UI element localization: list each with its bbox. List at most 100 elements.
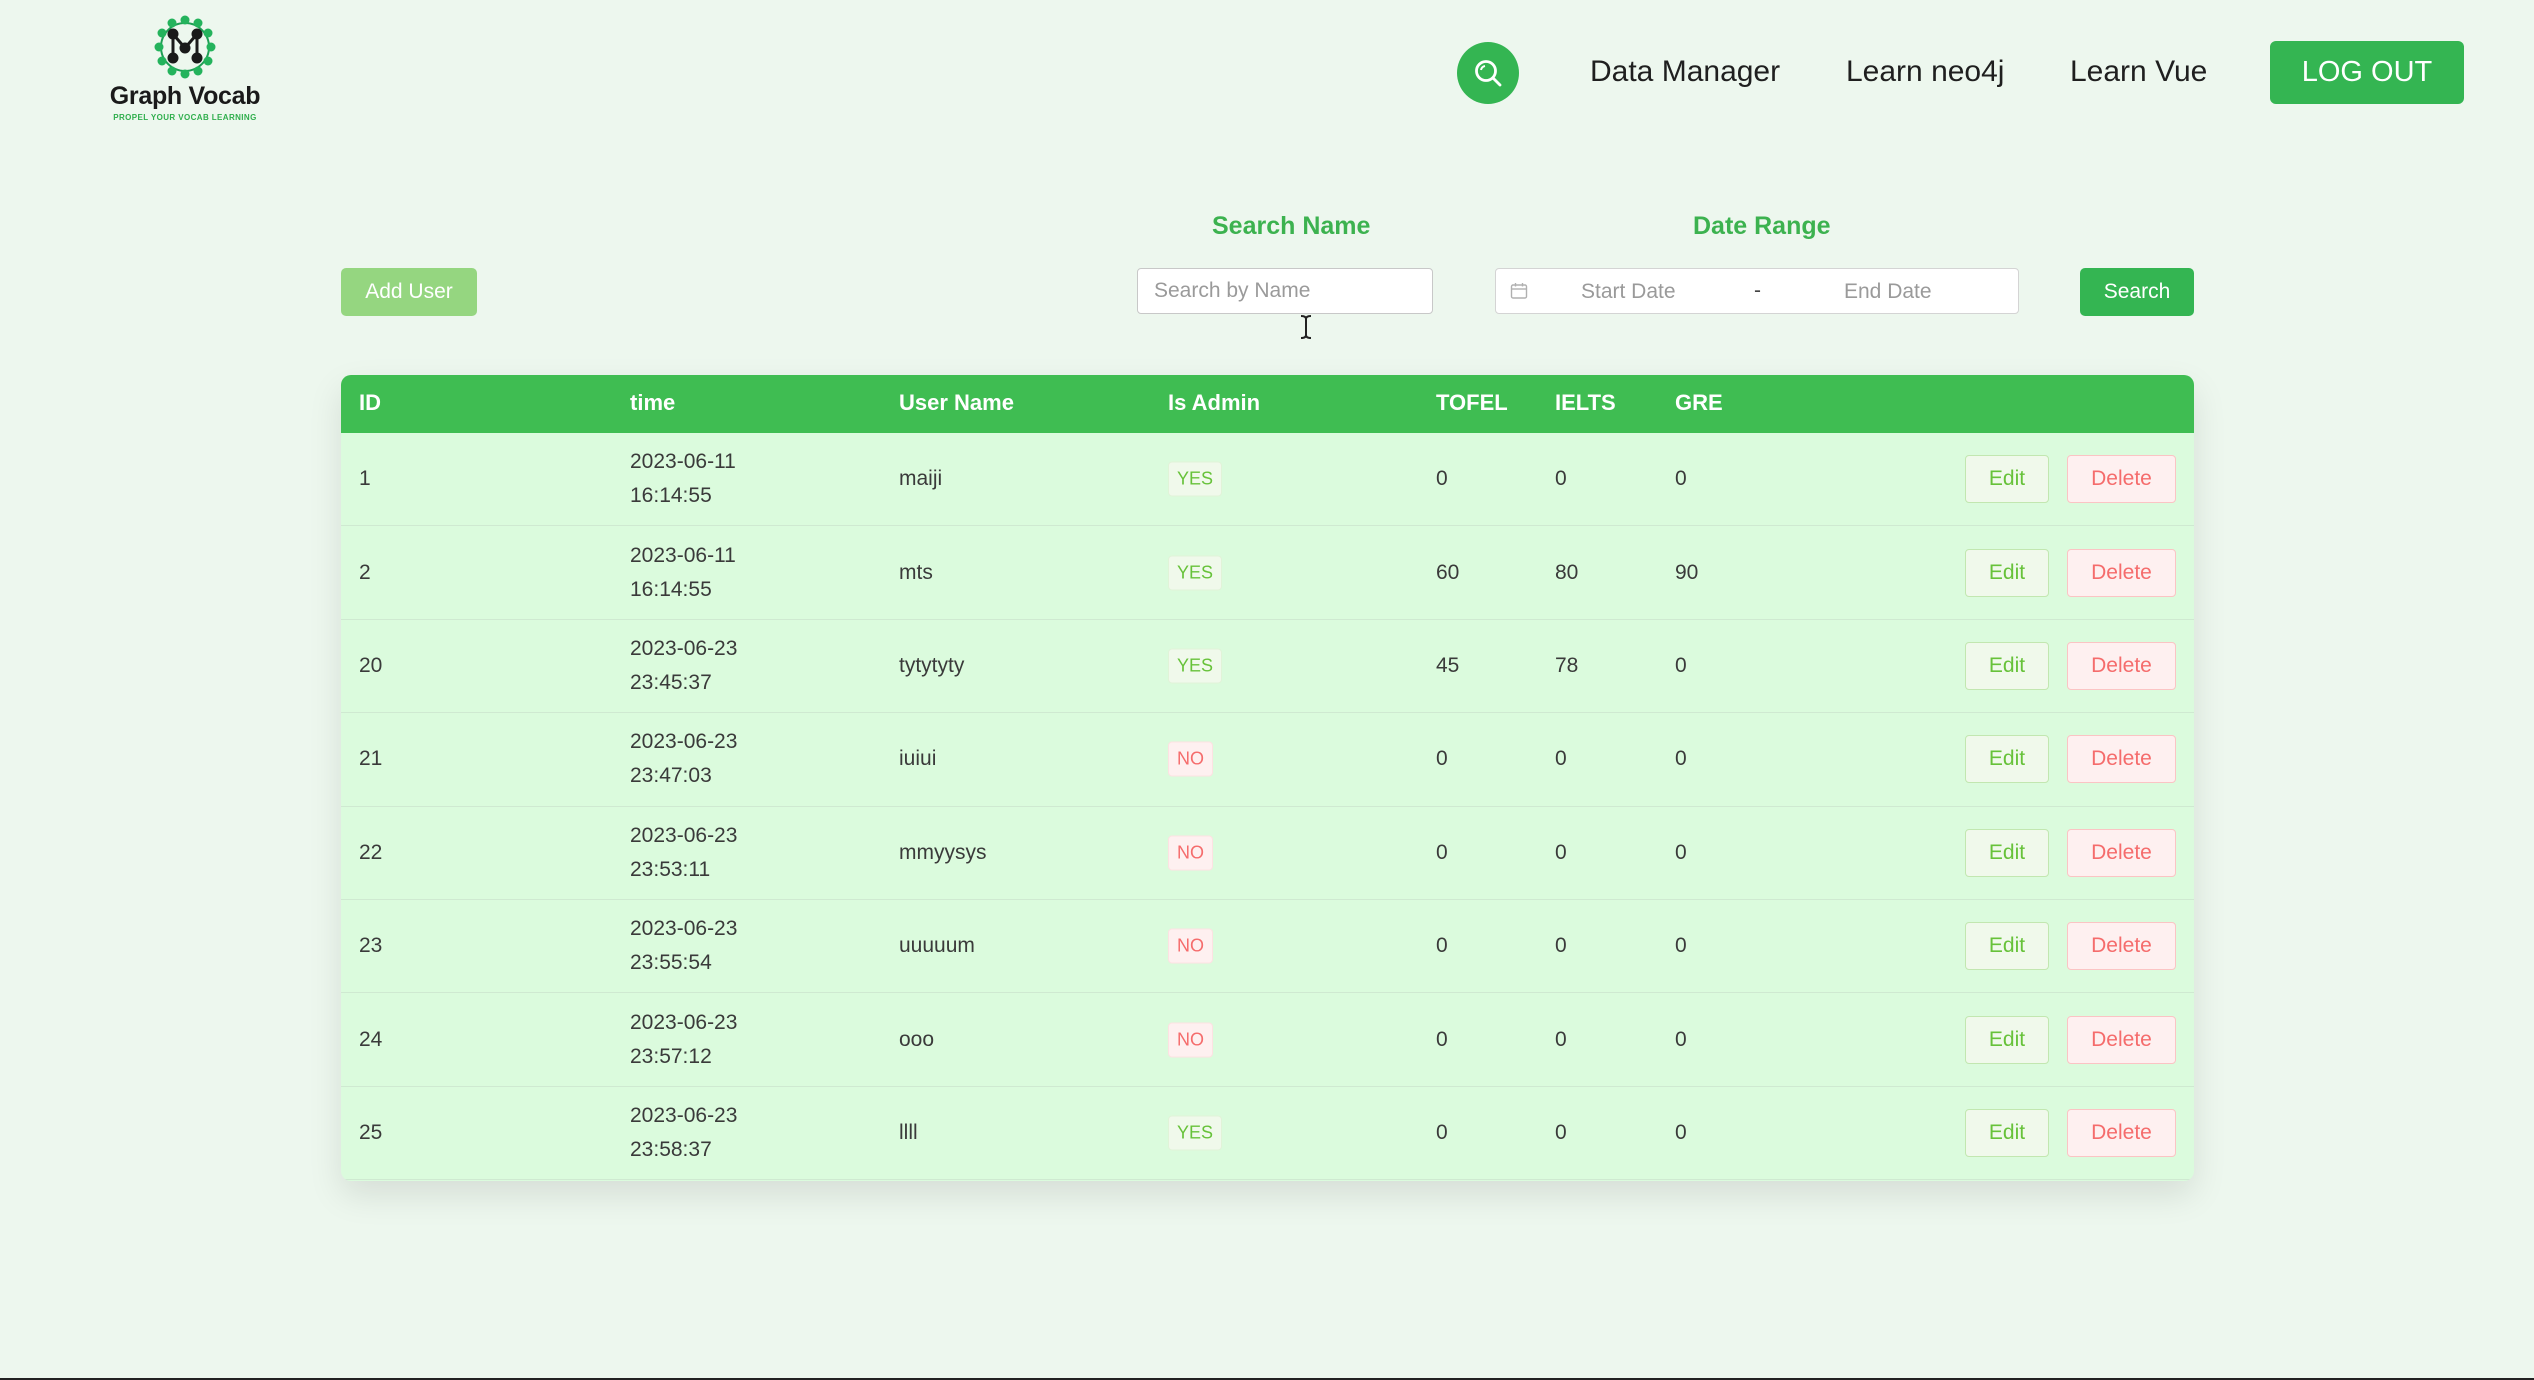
cell-ielts: 80 [1555, 560, 1579, 584]
delete-button[interactable]: Delete [2067, 641, 2176, 690]
cell-tofel: 0 [1436, 747, 1448, 771]
delete-button[interactable]: Delete [2067, 828, 2176, 877]
edit-button[interactable]: Edit [1965, 922, 2049, 971]
cell-time-date: 2023-06-23 [630, 730, 738, 754]
admin-badge: YES [1168, 461, 1223, 497]
table-row: 21 2023-06-23 23:47:03 iuiui NO 0 0 0 Edit Delete [341, 713, 2194, 807]
cell-user-name: iuiui [899, 747, 937, 771]
table-row: 2 2023-06-11 16:14:55 mts YES 60 80 90 Edit Delet… [341, 526, 2194, 620]
search-icon [1475, 60, 1502, 87]
cell-id: 25 [359, 1120, 383, 1144]
cell-id: 1 [359, 467, 371, 491]
cell-time: 2023-06-23 23:57:12 [630, 1006, 737, 1074]
delete-button[interactable]: Delete [2067, 548, 2176, 597]
cell-time-date: 2023-06-23 [630, 917, 738, 941]
table-row: 22 2023-06-23 23:53:11 mmyysys NO 0 0 0 Edit Dele… [341, 807, 2194, 900]
delete-button[interactable]: Delete [2067, 922, 2176, 971]
global-search-button[interactable] [1457, 42, 1519, 104]
delete-button[interactable]: Delete [2067, 735, 2176, 784]
delete-button[interactable]: Delete [2067, 1108, 2176, 1157]
col-tofel: TOFEL [1436, 390, 1508, 415]
cell-time: 2023-06-23 23:47:03 [630, 725, 737, 793]
table-row: 20 2023-06-23 23:45:37 tytytyty YES 45 78 0 Edit… [341, 620, 2194, 714]
cell-id: 24 [359, 1027, 383, 1051]
cell-time: 2023-06-23 23:55:54 [630, 912, 737, 980]
cell-time-clock: 16:14:55 [630, 577, 712, 601]
logo-graph-icon [154, 15, 216, 79]
cell-ielts: 0 [1555, 1027, 1567, 1051]
delete-button[interactable]: Delete [2067, 1015, 2176, 1064]
logo-title: Graph Vocab [109, 82, 261, 110]
admin-badge: NO [1168, 1022, 1213, 1058]
nav-data-manager[interactable]: Data Manager [1590, 55, 1780, 89]
cell-id: 2 [359, 560, 371, 584]
table-row: 24 2023-06-23 23:57:12 ooo NO 0 0 0 Edit Delete [341, 993, 2194, 1087]
search-name-label: Search Name [1212, 212, 1371, 240]
cell-gre: 0 [1675, 840, 1687, 864]
cell-time-date: 2023-06-11 [630, 450, 736, 474]
edit-button[interactable]: Edit [1965, 735, 2049, 784]
delete-button[interactable]: Delete [2067, 455, 2176, 504]
col-is-admin: Is Admin [1168, 390, 1261, 415]
cell-ielts: 0 [1555, 934, 1567, 958]
start-date-input[interactable]: Start Date [1581, 280, 1676, 304]
end-date-input[interactable]: End Date [1844, 280, 1932, 304]
col-time: time [630, 390, 676, 415]
table-body: 1 2023-06-11 16:14:55 maiji YES 0 0 0 Edit Delete… [341, 433, 2194, 1181]
logo-tagline: PROPEL YOUR VOCAB LEARNING [113, 113, 257, 122]
search-name-input[interactable] [1137, 268, 1433, 314]
cell-user-name: llll [899, 1120, 918, 1144]
logout-button[interactable]: LOG OUT [2270, 41, 2464, 104]
cell-id: 20 [359, 653, 383, 677]
cell-gre: 0 [1675, 1120, 1687, 1144]
col-id: ID [359, 390, 381, 415]
search-button[interactable]: Search [2080, 268, 2194, 316]
cell-gre: 0 [1675, 467, 1687, 491]
cell-time-date: 2023-06-11 [630, 543, 736, 567]
cell-time-clock: 23:57:12 [630, 1044, 712, 1068]
edit-button[interactable]: Edit [1965, 455, 2049, 504]
table-row: 25 2023-06-23 23:58:37 llll YES 0 0 0 Edit Delete [341, 1087, 2194, 1181]
users-table: ID time User Name Is Admin TOFEL IELTS G… [341, 375, 2194, 1181]
cell-user-name: ooo [899, 1027, 935, 1051]
cell-id: 22 [359, 840, 383, 864]
cell-time: 2023-06-11 16:14:55 [630, 539, 736, 607]
cell-gre: 0 [1675, 1027, 1687, 1051]
edit-button[interactable]: Edit [1965, 1108, 2049, 1157]
cell-ielts: 0 [1555, 467, 1567, 491]
date-range-picker[interactable]: Start Date - End Date [1495, 268, 2019, 314]
cell-ielts: 0 [1555, 747, 1567, 771]
cell-time-clock: 23:47:03 [630, 764, 712, 788]
add-user-button[interactable]: Add User [341, 268, 477, 316]
edit-button[interactable]: Edit [1965, 641, 2049, 690]
table-row: 23 2023-06-23 23:55:54 uuuuum NO 0 0 0 Edit Delet… [341, 900, 2194, 994]
admin-badge: NO [1168, 741, 1213, 777]
cell-user-name: maiji [899, 467, 943, 491]
edit-button[interactable]: Edit [1965, 1015, 2049, 1064]
cell-ielts: 0 [1555, 840, 1567, 864]
cell-time-clock: 23:58:37 [630, 1137, 712, 1161]
nav-learn-vue[interactable]: Learn Vue [2070, 55, 2207, 89]
cell-user-name: mts [899, 560, 933, 584]
cell-gre: 0 [1675, 934, 1687, 958]
cell-tofel: 0 [1436, 1027, 1448, 1051]
cell-tofel: 60 [1436, 560, 1460, 584]
logo[interactable]: Graph Vocab PROPEL YOUR VOCAB LEARNING [100, 14, 270, 122]
text-cursor-icon [1300, 315, 1312, 339]
cell-time-date: 2023-06-23 [630, 1010, 738, 1034]
cell-id: 23 [359, 934, 383, 958]
cell-tofel: 0 [1436, 934, 1448, 958]
cell-ielts: 0 [1555, 1120, 1567, 1144]
cell-time: 2023-06-23 23:53:11 [630, 819, 737, 887]
admin-badge: YES [1168, 1115, 1223, 1151]
nav-learn-neo4j[interactable]: Learn neo4j [1846, 55, 2004, 89]
table-header: ID time User Name Is Admin TOFEL IELTS G… [341, 375, 2194, 433]
edit-button[interactable]: Edit [1965, 828, 2049, 877]
cell-time-clock: 23:53:11 [630, 857, 711, 881]
cell-ielts: 78 [1555, 653, 1579, 677]
edit-button[interactable]: Edit [1965, 548, 2049, 597]
date-range-label: Date Range [1693, 212, 1831, 240]
cell-time-date: 2023-06-23 [630, 823, 738, 847]
col-gre: GRE [1675, 390, 1723, 415]
admin-badge: NO [1168, 835, 1213, 871]
